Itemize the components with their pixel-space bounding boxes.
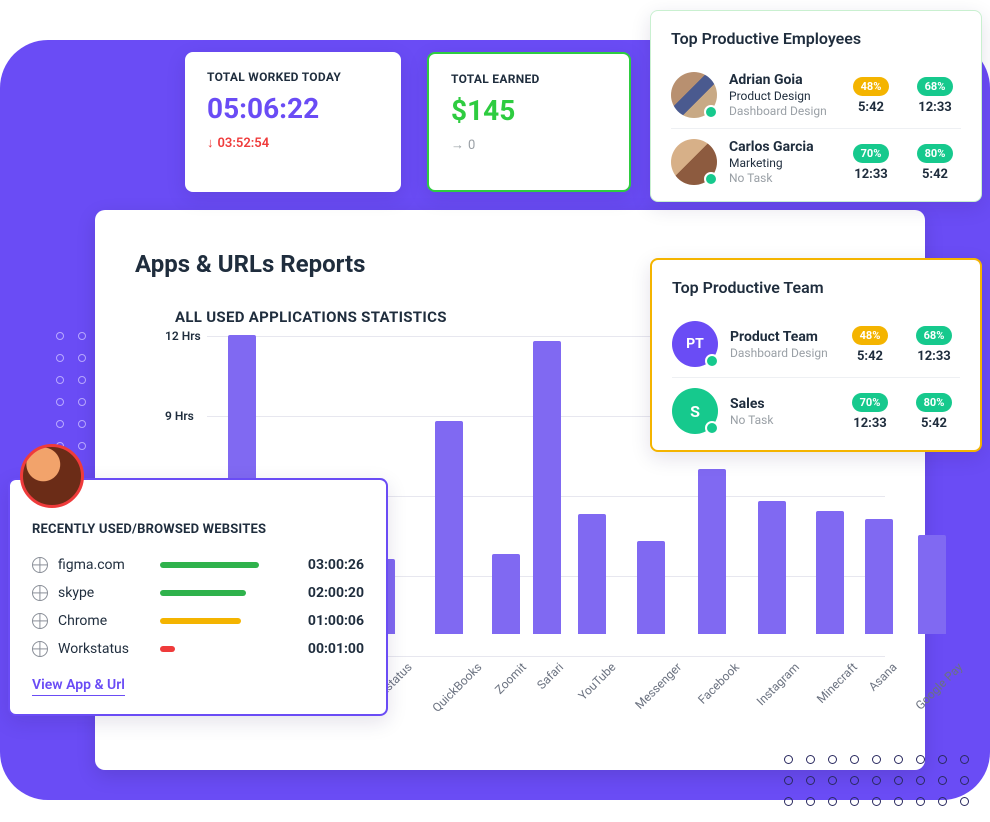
team-row[interactable]: PT Product Team Dashboard Design 48%5:42…: [672, 311, 960, 377]
recent-site-name: Chrome: [58, 613, 150, 629]
decorative-dots-left: [56, 332, 86, 450]
team-avatar: S: [672, 388, 718, 434]
total-earned-value: $145: [451, 94, 607, 127]
recent-site-bar: [160, 590, 246, 596]
recent-site-name: figma.com: [58, 557, 150, 573]
recent-site-row[interactable]: Workstatus 00:01:00: [32, 635, 364, 663]
chart-ylabel: 9 Hrs: [165, 409, 194, 423]
total-worked-card: TOTAL WORKED TODAY 05:06:22 ↓ 03:52:54: [185, 52, 401, 192]
decorative-dots-bottom: [784, 755, 970, 806]
chart-xlabel: Messenger: [632, 660, 684, 712]
employee-avatar: [671, 139, 717, 185]
recent-site-bar: [160, 562, 259, 568]
recent-site-time: 03:00:26: [280, 557, 364, 573]
team-metric-2: 68%12:33: [908, 324, 960, 364]
recent-site-time: 02:00:20: [280, 585, 364, 601]
chart-bar: Facebook: [686, 469, 738, 656]
recent-site-name: Workstatus: [58, 641, 150, 657]
team-info: Sales No Task: [730, 396, 832, 427]
recent-site-bar: [160, 646, 175, 652]
recent-site-row[interactable]: skype 02:00:20: [32, 579, 364, 607]
top-teams-title: Top Productive Team: [672, 278, 960, 297]
recent-site-bar: [160, 618, 241, 624]
employee-row[interactable]: Carlos Garcia Marketing No Task 70%12:33…: [671, 128, 961, 195]
team-metric-1: 70%12:33: [844, 391, 896, 431]
total-worked-value: 05:06:22: [207, 92, 379, 125]
chart-bar: Zoomit: [487, 554, 525, 656]
total-earned-delta: → 0: [451, 137, 607, 153]
recent-site-time: 00:01:00: [280, 641, 364, 657]
recent-title: RECENTLY USED/BROWSED WEBSITES: [32, 522, 364, 537]
chart-bar: Messenger: [621, 541, 680, 656]
recent-site-row[interactable]: figma.com 03:00:26: [32, 551, 364, 579]
employee-metric-2: 68%12:33: [909, 75, 961, 115]
employee-info: Carlos Garcia Marketing No Task: [729, 139, 833, 185]
recent-site-time: 01:00:06: [280, 613, 364, 629]
chart-bar: QuickBooks: [417, 421, 481, 656]
globe-icon: [32, 585, 48, 601]
employee-avatar: [671, 72, 717, 118]
top-employees-panel: Top Productive Employees Adrian Goia Pro…: [650, 10, 982, 202]
employee-metric-1: 70%12:33: [845, 142, 897, 182]
total-earned-card: TOTAL EARNED $145 → 0: [427, 52, 631, 192]
recent-site-name: skype: [58, 585, 150, 601]
chart-ylabel: 12 Hrs: [165, 329, 201, 343]
chart-xlabel: QuickBooks: [430, 660, 485, 715]
chart-bar: Instagram: [744, 501, 798, 656]
total-earned-label: TOTAL EARNED: [451, 72, 607, 86]
chart-xlabel: Minecraft: [814, 660, 860, 706]
employee-metric-2: 80%5:42: [909, 142, 961, 182]
employee-metric-1: 48%5:42: [845, 75, 897, 115]
globe-icon: [32, 613, 48, 629]
total-worked-delta: ↓ 03:52:54: [207, 135, 379, 151]
chart-bar: YouTube: [568, 514, 615, 656]
team-info: Product Team Dashboard Design: [730, 329, 832, 360]
chart-xlabel: Facebook: [696, 660, 743, 707]
recent-site-row[interactable]: Chrome 01:00:06: [32, 607, 364, 635]
chart-bar: Google Pay: [901, 535, 961, 656]
employee-row[interactable]: Adrian Goia Product Design Dashboard Des…: [671, 62, 961, 128]
chart-xlabel: Zoomit: [492, 660, 529, 697]
chart-bar: Asana: [862, 519, 896, 656]
chart-xlabel: Safari: [534, 660, 566, 692]
chart-xlabel: Asana: [866, 660, 900, 694]
employee-info: Adrian Goia Product Design Dashboard Des…: [729, 72, 833, 118]
arrow-right-icon: →: [451, 137, 464, 153]
view-app-url-link[interactable]: View App & Url: [32, 677, 125, 696]
globe-icon: [32, 557, 48, 573]
top-employees-title: Top Productive Employees: [671, 29, 961, 48]
chart-bar: Minecraft: [805, 511, 856, 656]
user-avatar: [20, 444, 84, 508]
globe-icon: [32, 641, 48, 657]
chart-xlabel: YouTube: [576, 660, 619, 703]
team-avatar: PT: [672, 321, 718, 367]
chart-bar: Safari: [531, 341, 562, 656]
team-metric-2: 80%5:42: [908, 391, 960, 431]
total-worked-label: TOTAL WORKED TODAY: [207, 70, 379, 84]
team-metric-1: 48%5:42: [844, 324, 896, 364]
team-row[interactable]: S Sales No Task 70%12:33 80%5:42: [672, 377, 960, 444]
top-teams-panel: Top Productive Team PT Product Team Dash…: [650, 258, 982, 452]
chart-xlabel: Instagram: [754, 660, 802, 708]
recent-websites-panel: RECENTLY USED/BROWSED WEBSITES figma.com…: [8, 478, 388, 716]
arrow-down-icon: ↓: [207, 135, 214, 151]
